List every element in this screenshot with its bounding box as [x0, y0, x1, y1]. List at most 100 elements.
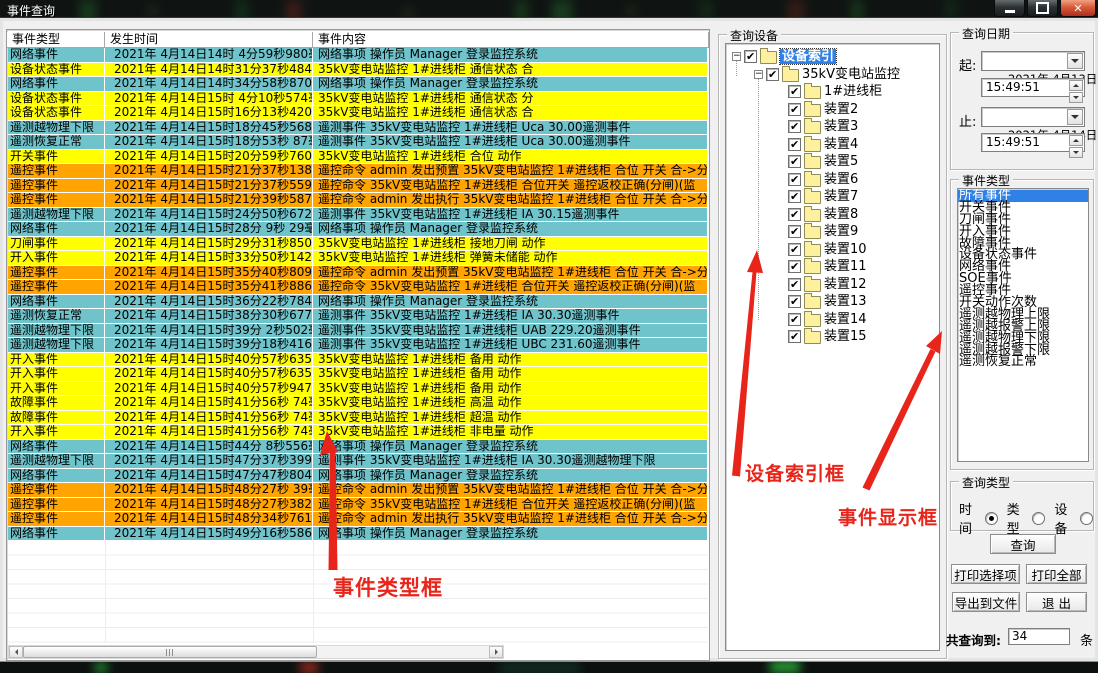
tree-item-label[interactable]: 设备索引: [780, 49, 836, 64]
spin-up-button[interactable]: [1069, 135, 1083, 146]
tree-item[interactable]: 装置5: [788, 153, 939, 171]
table-row[interactable]: 遥测越物理下限 2021年 4月14日15时39分18秒416毫秒 遥测事件 3…: [8, 338, 708, 353]
table-row[interactable]: 刀闸事件 2021年 4月14日15时29分31秒850毫秒 35kV变电站监控…: [8, 237, 708, 252]
table-row[interactable]: 故障事件 2021年 4月14日15时41分56秒 74毫秒 35kV变电站监控…: [8, 411, 708, 426]
print-selected-button[interactable]: 打印选择项: [951, 564, 1020, 584]
table-row[interactable]: 开入事件 2021年 4月14日15时40分57秒947毫秒 35kV变电站监控…: [8, 382, 708, 397]
tree-checkbox[interactable]: [788, 85, 801, 98]
table-row[interactable]: 网络事件 2021年 4月14日14时 4分59秒980毫秒 网络事项 操作员 …: [8, 48, 708, 63]
spin-down-button[interactable]: [1069, 147, 1083, 158]
scroll-left-button[interactable]: [9, 646, 23, 658]
tree-checkbox[interactable]: [766, 68, 779, 81]
tree-item[interactable]: 装置4: [788, 136, 939, 154]
table-row[interactable]: 开关事件 2021年 4月14日15时20分59秒760毫秒 35kV变电站监控…: [8, 150, 708, 165]
table-row[interactable]: 设备状态事件 2021年 4月14日15时16分13秒420毫秒 35kV变电站…: [8, 106, 708, 121]
radio-option[interactable]: 时间: [959, 499, 998, 537]
minimize-button[interactable]: [994, 0, 1025, 17]
tree-item-label[interactable]: 装置6: [824, 172, 858, 187]
table-row[interactable]: 遥测恢复正常 2021年 4月14日15时18分53秒 87毫秒 遥测事件 35…: [8, 135, 708, 150]
maximize-button[interactable]: [1027, 0, 1058, 17]
radio-icon[interactable]: [985, 512, 998, 525]
table-row[interactable]: 故障事件 2021年 4月14日15时41分56秒 74毫秒 35kV变电站监控…: [8, 396, 708, 411]
table-row[interactable]: 遥测恢复正常 2021年 4月14日15时38分30秒677毫秒 遥测事件 35…: [8, 309, 708, 324]
table-row[interactable]: 遥控事件 2021年 4月14日15时21分37秒138毫秒 遥控命令 admi…: [8, 164, 708, 179]
tree-item-label[interactable]: 装置5: [824, 154, 858, 169]
tree-item[interactable]: 装置14: [788, 311, 939, 329]
table-row[interactable]: 开入事件 2021年 4月14日15时40分57秒635毫秒 35kV变电站监控…: [8, 353, 708, 368]
table-row[interactable]: 网络事件 2021年 4月14日14时34分58秒870毫秒 网络事项 操作员 …: [8, 77, 708, 92]
tree-checkbox[interactable]: [788, 330, 801, 343]
query-button[interactable]: 查询: [990, 534, 1056, 554]
scroll-right-button[interactable]: [489, 646, 503, 658]
tree-item-label[interactable]: 装置9: [824, 224, 858, 239]
dropdown-button[interactable]: [1067, 109, 1083, 125]
tree-checkbox[interactable]: [788, 313, 801, 326]
table-row[interactable]: 遥控事件 2021年 4月14日15时35分40秒809毫秒 遥控命令 admi…: [8, 266, 708, 281]
radio-icon[interactable]: [1032, 512, 1045, 525]
table-row[interactable]: 遥控事件 2021年 4月14日15时48分27秒 39毫秒 遥控命令 admi…: [8, 483, 708, 498]
tree-item[interactable]: 装置9: [788, 223, 939, 241]
to-time-input[interactable]: 15:49:51: [981, 133, 1085, 152]
tree-item[interactable]: 装置6: [788, 171, 939, 189]
table-row[interactable]: 网络事件 2021年 4月14日15时44分 8秒556毫秒 网络事项 操作员 …: [8, 440, 708, 455]
tree-item[interactable]: 35kV变电站监控: [754, 66, 939, 84]
event-type-option[interactable]: 遥测恢复正常: [958, 356, 1088, 368]
table-row[interactable]: 设备状态事件 2021年 4月14日15时 4分10秒574毫秒 35kV变电站…: [8, 92, 708, 107]
table-row[interactable]: 遥控事件 2021年 4月14日15时48分27秒382毫秒 遥控命令 35kV…: [8, 498, 708, 513]
to-date-select[interactable]: 2021年 4月14日: [981, 107, 1085, 127]
tree-expander-icon[interactable]: [732, 52, 741, 61]
tree-checkbox[interactable]: [788, 260, 801, 273]
tree-checkbox[interactable]: [788, 103, 801, 116]
table-row[interactable]: 遥测越物理下限 2021年 4月14日15时39分 2秒502毫秒 遥测事件 3…: [8, 324, 708, 339]
tree-item-label[interactable]: 35kV变电站监控: [802, 67, 900, 82]
tree-checkbox[interactable]: [788, 278, 801, 291]
close-button[interactable]: ✕: [1060, 0, 1096, 17]
tree-item-label[interactable]: 装置14: [824, 312, 867, 327]
tree-item-label[interactable]: 装置15: [824, 329, 867, 344]
scrollbar-thumb[interactable]: [23, 646, 317, 658]
tree-item[interactable]: 装置7: [788, 188, 939, 206]
table-row[interactable]: 遥测越物理下限 2021年 4月14日15时47分37秒399毫秒 遥测事件 3…: [8, 454, 708, 469]
tree-checkbox[interactable]: [788, 190, 801, 203]
radio-option[interactable]: 类型: [1007, 499, 1046, 537]
column-header-time[interactable]: 发生时间: [105, 32, 313, 47]
tree-item[interactable]: 装置2: [788, 101, 939, 119]
tree-item[interactable]: 装置3: [788, 118, 939, 136]
tree-item-label[interactable]: 装置4: [824, 137, 858, 152]
table-row[interactable]: 开入事件 2021年 4月14日15时40分57秒635毫秒 35kV变电站监控…: [8, 367, 708, 382]
tree-expander-icon[interactable]: [754, 70, 763, 79]
table-row[interactable]: 遥控事件 2021年 4月14日15时21分39秒587毫秒 遥控命令 admi…: [8, 193, 708, 208]
tree-checkbox[interactable]: [788, 173, 801, 186]
print-all-button[interactable]: 打印全部: [1026, 564, 1087, 584]
table-row[interactable]: 网络事件 2021年 4月14日15时36分22秒784毫秒 网络事项 操作员 …: [8, 295, 708, 310]
tree-item[interactable]: 装置11: [788, 258, 939, 276]
tree-item[interactable]: 1#进线柜: [788, 83, 939, 101]
tree-checkbox[interactable]: [788, 225, 801, 238]
column-header-content[interactable]: 事件内容: [313, 32, 709, 47]
table-row[interactable]: 网络事件 2021年 4月14日15时47分47秒804毫秒 网络事项 操作员 …: [8, 469, 708, 484]
table-row[interactable]: 遥测越物理下限 2021年 4月14日15时18分45秒568毫秒 遥测事件 3…: [8, 121, 708, 136]
export-file-button[interactable]: 导出到文件: [952, 592, 1020, 612]
table-row[interactable]: 网络事件 2021年 4月14日15时49分16秒586毫秒 网络事项 操作员 …: [8, 527, 708, 542]
table-row[interactable]: 开入事件 2021年 4月14日15时33分50秒142毫秒 35kV变电站监控…: [8, 251, 708, 266]
spin-up-button[interactable]: [1069, 80, 1083, 91]
tree-item-label[interactable]: 装置11: [824, 259, 867, 274]
tree-checkbox[interactable]: [788, 155, 801, 168]
tree-item[interactable]: 设备索引: [732, 48, 939, 66]
tree-checkbox[interactable]: [788, 120, 801, 133]
tree-item-label[interactable]: 1#进线柜: [824, 84, 882, 99]
tree-checkbox[interactable]: [788, 295, 801, 308]
tree-item[interactable]: 装置8: [788, 206, 939, 224]
radio-option[interactable]: 设备: [1054, 499, 1093, 537]
tree-item-label[interactable]: 装置2: [824, 102, 858, 117]
horizontal-scrollbar[interactable]: [8, 645, 504, 659]
table-row[interactable]: 遥测越物理下限 2021年 4月14日15时24分50秒672毫秒 遥测事件 3…: [8, 208, 708, 223]
tree-item[interactable]: 装置12: [788, 276, 939, 294]
tree-checkbox[interactable]: [788, 208, 801, 221]
tree-item[interactable]: 装置15: [788, 328, 939, 346]
table-row[interactable]: 遥控事件 2021年 4月14日15时21分37秒559毫秒 遥控命令 35kV…: [8, 179, 708, 194]
tree-item-label[interactable]: 装置12: [824, 277, 867, 292]
from-date-select[interactable]: 2021年 4月13日: [981, 51, 1085, 71]
radio-icon[interactable]: [1080, 512, 1093, 525]
tree-checkbox[interactable]: [788, 243, 801, 256]
